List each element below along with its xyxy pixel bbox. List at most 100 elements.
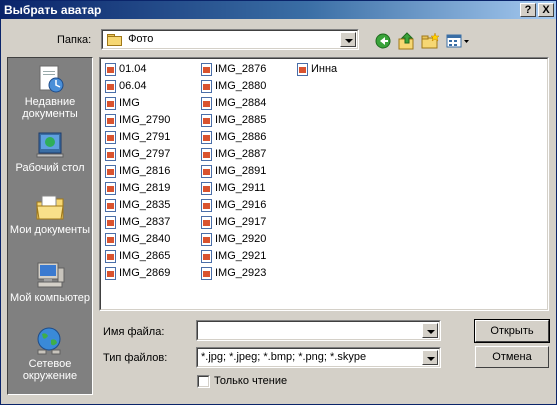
file-name: 01.04	[119, 63, 147, 75]
file-list-item[interactable]: IMG_2891	[201, 163, 266, 179]
lookin-dropdown-arrow[interactable]	[340, 32, 356, 47]
image-file-icon	[201, 164, 212, 178]
network-globe-icon	[34, 326, 66, 356]
image-file-icon	[201, 113, 212, 127]
image-file-icon	[297, 62, 308, 76]
file-list-item[interactable]: 01.04	[105, 61, 147, 77]
file-list-item[interactable]: IMG_2797	[105, 146, 170, 162]
close-button[interactable]: X	[538, 3, 554, 17]
view-menu-button[interactable]	[445, 31, 471, 51]
new-folder-icon	[421, 32, 440, 49]
place-network[interactable]: Сетевое окружение	[8, 326, 92, 382]
file-list-item[interactable]: IMG_2920	[201, 231, 266, 247]
file-list[interactable]: 01.04 06.04 IMG IMG_2790 IMG_2791 IMG_2797 IMG…	[99, 57, 549, 311]
place-my-documents[interactable]: Мои документы	[8, 192, 92, 236]
file-list-item[interactable]: 06.04	[105, 78, 147, 94]
chevron-down-icon	[427, 357, 435, 361]
file-name: IMG_2885	[215, 114, 267, 126]
file-name: IMG_2876	[215, 63, 267, 75]
readonly-label[interactable]: Только чтение	[214, 375, 287, 387]
file-list-item[interactable]: IMG_2886	[201, 129, 266, 145]
file-name: IMG_2865	[119, 250, 171, 262]
image-file-icon	[105, 62, 116, 76]
image-file-icon	[105, 96, 116, 110]
place-desktop[interactable]: Рабочий стол	[8, 130, 92, 174]
image-file-icon	[201, 181, 212, 195]
file-name: IMG_2891	[215, 165, 267, 177]
lookin-label: Папка:	[57, 34, 92, 46]
lookin-dropdown[interactable]: Фото	[101, 29, 359, 50]
image-file-icon	[201, 232, 212, 246]
file-list-item[interactable]: IMG_2840	[105, 231, 170, 247]
folder-icon	[107, 33, 122, 46]
file-name: IMG_2921	[215, 250, 267, 262]
file-list-item[interactable]: IMG_2869	[105, 265, 170, 281]
up-folder-icon	[398, 32, 414, 50]
filename-input[interactable]	[196, 320, 441, 341]
file-list-item[interactable]: IMG_2880	[201, 78, 266, 94]
back-button[interactable]	[374, 31, 394, 51]
file-list-item[interactable]: IMG_2865	[105, 248, 170, 264]
file-list-item[interactable]: IMG_2917	[201, 214, 266, 230]
file-list-item[interactable]: IMG_2791	[105, 129, 170, 145]
place-label: Мой компьютер	[9, 292, 91, 304]
file-name: IMG_2840	[119, 233, 171, 245]
filetype-dropdown-arrow[interactable]	[422, 350, 438, 365]
filetype-dropdown[interactable]: *.jpg; *.jpeg; *.bmp; *.png; *.skype	[196, 347, 441, 368]
image-file-icon	[105, 130, 116, 144]
cancel-button[interactable]: Отмена	[475, 346, 549, 368]
back-arrow-icon	[375, 33, 391, 49]
image-file-icon	[201, 130, 212, 144]
file-name: IMG_2887	[215, 148, 267, 160]
image-file-icon	[201, 249, 212, 263]
file-list-item[interactable]: IMG_2837	[105, 214, 170, 230]
help-icon: ?	[524, 4, 532, 16]
file-list-item[interactable]: IMG_2835	[105, 197, 170, 213]
image-file-icon	[105, 215, 116, 229]
place-recent-documents[interactable]: Недавние документы	[8, 64, 92, 120]
file-name: IMG_2819	[119, 182, 171, 194]
places-bar: Недавние документы Рабочий стол Мои доку…	[7, 57, 93, 395]
image-file-icon	[105, 181, 116, 195]
place-label: Рабочий стол	[15, 162, 85, 174]
view-menu-icon	[446, 34, 469, 48]
open-file-dialog: Выбрать аватар ? X Папка: Фото Недавние …	[0, 0, 557, 405]
open-button[interactable]: Открыть	[474, 319, 550, 343]
file-list-item[interactable]: IMG_2911	[201, 180, 266, 196]
place-label: Мои документы	[9, 224, 91, 236]
file-list-item[interactable]: Инна	[297, 61, 337, 77]
file-list-item[interactable]: IMG_2885	[201, 112, 266, 128]
file-list-item[interactable]: IMG_2921	[201, 248, 266, 264]
file-name: IMG_2920	[215, 233, 267, 245]
file-list-item[interactable]: IMG_2916	[201, 197, 266, 213]
image-file-icon	[105, 79, 116, 93]
file-list-item[interactable]: IMG_2819	[105, 180, 170, 196]
file-list-item[interactable]: IMG_2923	[201, 265, 266, 281]
my-computer-icon	[34, 260, 66, 290]
filetype-value: *.jpg; *.jpeg; *.bmp; *.png; *.skype	[201, 351, 367, 363]
new-folder-button[interactable]	[420, 31, 440, 51]
help-button[interactable]: ?	[520, 3, 536, 17]
place-label: Недавние документы	[22, 96, 78, 120]
up-folder-button[interactable]	[397, 31, 417, 51]
file-list-item[interactable]: IMG_2790	[105, 112, 170, 128]
image-file-icon	[105, 113, 116, 127]
image-file-icon	[105, 249, 116, 263]
recent-documents-icon	[34, 64, 66, 94]
place-my-computer[interactable]: Мой компьютер	[8, 260, 92, 304]
file-name: IMG_2797	[119, 148, 171, 160]
image-file-icon	[105, 164, 116, 178]
close-icon: X	[542, 4, 550, 16]
readonly-checkbox[interactable]	[197, 375, 210, 388]
title-bar: Выбрать аватар	[1, 1, 556, 19]
file-list-item[interactable]: IMG_2887	[201, 146, 266, 162]
image-file-icon	[105, 266, 116, 280]
file-list-item[interactable]: IMG_2884	[201, 95, 266, 111]
filename-dropdown-arrow[interactable]	[422, 323, 438, 338]
file-list-item[interactable]: IMG	[105, 95, 140, 111]
file-list-item[interactable]: IMG_2816	[105, 163, 170, 179]
image-file-icon	[105, 232, 116, 246]
file-list-item[interactable]: IMG_2876	[201, 61, 266, 77]
file-name: IMG_2917	[215, 216, 267, 228]
file-name: IMG_2869	[119, 267, 171, 279]
